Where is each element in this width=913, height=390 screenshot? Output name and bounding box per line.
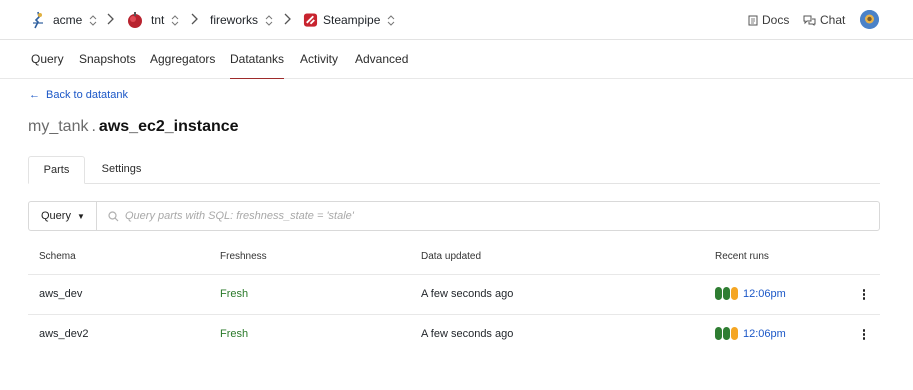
docs-link[interactable]: Docs	[748, 0, 789, 40]
acme-logo-icon	[33, 11, 43, 29]
chevron-right-icon	[107, 13, 114, 25]
run-success-pill[interactable]	[715, 287, 722, 300]
updown-icon[interactable]	[387, 14, 395, 26]
chevron-right-icon	[284, 13, 291, 25]
updown-icon[interactable]	[171, 14, 179, 26]
column-header-freshness: Freshness	[220, 251, 267, 262]
tab-snapshots[interactable]: Snapshots	[79, 40, 136, 79]
main-nav: Query Snapshots Aggregators Datatanks Ac…	[0, 40, 913, 79]
table-cell-updated: A few seconds ago	[421, 288, 514, 300]
back-link-label: Back to datatank	[46, 89, 128, 101]
breadcrumb-steampipe[interactable]: Steampipe	[303, 0, 395, 40]
tab-advanced[interactable]: Advanced	[355, 40, 408, 79]
table-cell-freshness: Fresh	[220, 288, 249, 300]
user-avatar-icon	[860, 10, 879, 29]
tab-settings[interactable]: Settings	[88, 156, 155, 184]
run-warning-pill[interactable]	[731, 327, 738, 340]
title-name: aws_ec2_instance	[98, 118, 239, 135]
avatar[interactable]	[860, 10, 879, 29]
run-success-pill[interactable]	[723, 287, 730, 300]
run-time-link[interactable]: 12:06pm	[743, 288, 786, 300]
breadcrumb-tnt[interactable]: tnt	[126, 0, 179, 40]
table-cell-updated: A few seconds ago	[421, 328, 514, 340]
table-cell-schema: aws_dev	[39, 288, 83, 300]
chat-label: Chat	[820, 13, 846, 27]
tab-query[interactable]: Query	[31, 40, 64, 79]
query-mode-label: Query	[41, 210, 71, 222]
subtabs: Parts Settings	[28, 156, 880, 184]
search-icon	[108, 210, 119, 221]
docs-label: Docs	[762, 13, 790, 27]
query-mode-dropdown[interactable]: Query ▼	[29, 202, 97, 230]
table-cell-schema: aws_dev2	[39, 328, 89, 340]
tab-datatanks[interactable]: Datatanks	[230, 40, 285, 79]
breadcrumb-label: tnt	[151, 13, 165, 27]
arrow-left-icon: ←	[29, 89, 40, 101]
divider	[28, 314, 880, 315]
tab-activity[interactable]: Activity	[300, 40, 338, 79]
breadcrumb-fireworks[interactable]: fireworks	[210, 0, 273, 40]
steampipe-logo-icon	[303, 13, 318, 27]
row-menu-icon[interactable]	[862, 289, 866, 301]
column-header-data-updated: Data updated	[421, 251, 482, 262]
table-cell-freshness: Fresh	[220, 328, 249, 340]
tnt-logo-icon	[128, 12, 142, 28]
run-success-pill[interactable]	[723, 327, 730, 340]
top-bar: acme tnt fireworks Steampipe Docs Chat	[0, 0, 913, 40]
chevron-right-icon	[191, 13, 198, 25]
title-dot: .	[91, 118, 96, 135]
recent-runs: 12:06pm	[715, 327, 786, 340]
column-header-schema: Schema	[39, 251, 76, 262]
query-input[interactable]: Query parts with SQL: freshness_state = …	[98, 202, 878, 230]
query-placeholder: Query parts with SQL: freshness_state = …	[125, 210, 354, 222]
run-time-link[interactable]: 12:06pm	[743, 328, 786, 340]
query-bar: Query ▼ Query parts with SQL: freshness_…	[28, 201, 880, 231]
updown-icon[interactable]	[265, 14, 273, 26]
run-warning-pill[interactable]	[731, 287, 738, 300]
breadcrumb-label: fireworks	[210, 13, 259, 27]
chat-icon	[803, 15, 816, 26]
chat-link[interactable]: Chat	[803, 0, 845, 40]
updown-icon[interactable]	[89, 14, 97, 26]
breadcrumb-acme[interactable]: acme	[30, 0, 97, 40]
tab-parts[interactable]: Parts	[28, 156, 85, 184]
run-success-pill[interactable]	[715, 327, 722, 340]
page-title: my_tank. aws_ec2_instance	[28, 118, 239, 136]
column-header-recent-runs: Recent runs	[715, 251, 769, 262]
divider	[28, 274, 880, 275]
row-menu-icon[interactable]	[862, 329, 866, 341]
docs-icon	[748, 15, 758, 25]
back-link[interactable]: ← Back to datatank	[29, 89, 128, 101]
recent-runs: 12:06pm	[715, 287, 786, 300]
breadcrumb-label: acme	[53, 13, 83, 27]
tab-aggregators[interactable]: Aggregators	[150, 40, 215, 79]
caret-down-icon: ▼	[76, 211, 85, 221]
breadcrumb-label: Steampipe	[323, 13, 381, 27]
title-prefix: my_tank	[28, 118, 89, 135]
